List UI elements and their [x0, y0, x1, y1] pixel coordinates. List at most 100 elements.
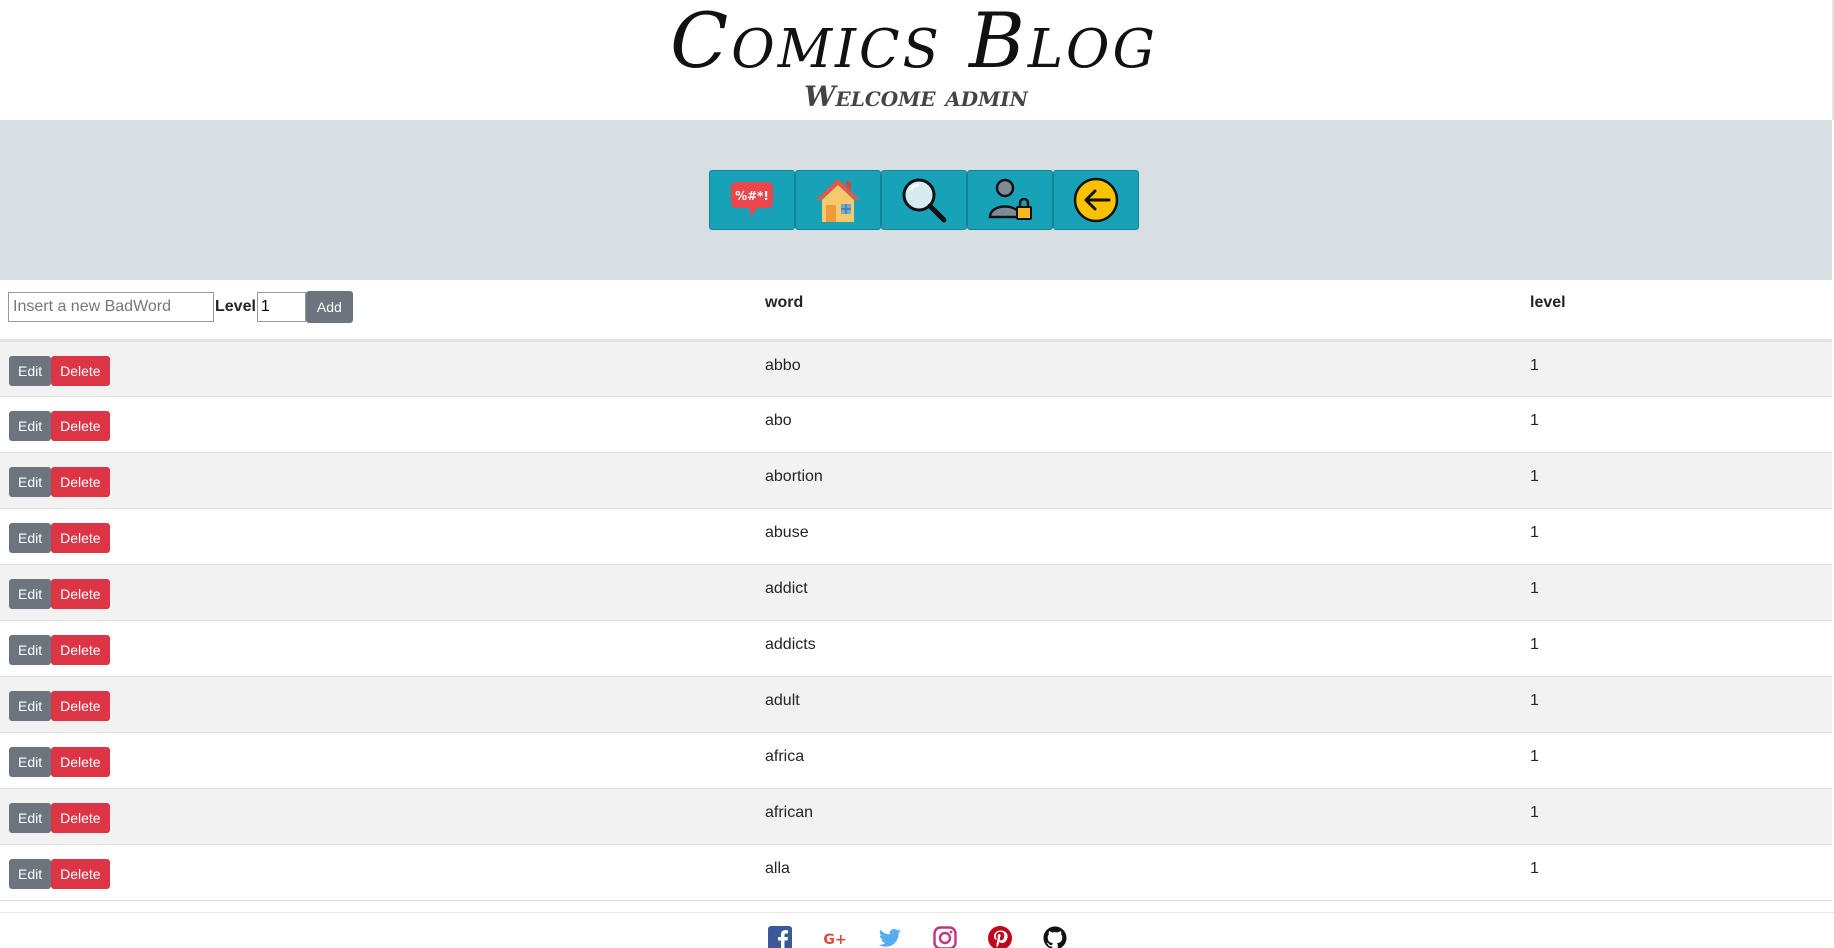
level-cell: 1	[1530, 579, 1539, 597]
svg-text:%#*!: %#*!	[735, 189, 769, 203]
edit-button[interactable]: Edit	[9, 746, 52, 777]
home-icon	[816, 179, 860, 222]
row-actions: Edit Delete	[0, 844, 765, 900]
footer: G+	[0, 912, 1834, 948]
row-actions: Edit Delete	[0, 676, 765, 732]
pinterest-link[interactable]	[984, 925, 1016, 948]
nav-logout-button[interactable]	[1053, 170, 1139, 230]
row-actions: Edit Delete	[0, 732, 765, 788]
edit-button[interactable]: Edit	[9, 690, 52, 721]
nav-badwords-button[interactable]: %#*!	[709, 170, 795, 230]
level-cell: 1	[1530, 411, 1539, 429]
logout-icon	[1073, 177, 1119, 223]
add-form-cell: Level Add	[0, 280, 765, 340]
row-actions: Edit Delete	[0, 620, 765, 676]
row-actions: Edit Delete	[0, 508, 765, 564]
twitter-link[interactable]	[874, 925, 906, 948]
word-cell: abortion	[765, 467, 823, 485]
github-icon	[1043, 926, 1066, 948]
search-icon	[902, 178, 947, 223]
delete-button[interactable]: Delete	[51, 410, 110, 441]
delete-button[interactable]: Delete	[51, 522, 110, 553]
word-cell: africa	[765, 747, 805, 765]
table-row: Edit Delete abbo 1	[0, 340, 1832, 396]
row-actions: Edit Delete	[0, 396, 765, 452]
welcome-message: Welcome admin	[804, 80, 1028, 113]
delete-button[interactable]: Delete	[51, 858, 110, 889]
edit-button[interactable]: Edit	[9, 466, 52, 497]
level-cell: 1	[1530, 859, 1539, 877]
row-actions: Edit Delete	[0, 452, 765, 508]
delete-button[interactable]: Delete	[51, 578, 110, 609]
table-row: Edit Delete addict 1	[0, 564, 1832, 620]
edit-button[interactable]: Edit	[9, 410, 52, 441]
facebook-link[interactable]	[764, 925, 796, 948]
delete-button[interactable]: Delete	[51, 355, 110, 386]
pinterest-icon	[987, 926, 1012, 948]
header: Comics Blog Welcome admin	[0, 0, 1834, 120]
page: Comics Blog Welcome admin %#*! Insert a …	[0, 0, 1834, 948]
word-cell: abbo	[765, 356, 801, 374]
edit-button[interactable]: Edit	[9, 578, 52, 609]
word-cell: african	[765, 803, 814, 821]
row-actions: Edit Delete	[0, 788, 765, 844]
delete-button[interactable]: Delete	[51, 634, 110, 665]
table-header-row: Level Add word level	[0, 280, 1832, 340]
google-plus-icon: G+	[823, 932, 846, 948]
table-row: Edit Delete abo 1	[0, 396, 1832, 452]
table-row: Edit Delete alla 1	[0, 844, 1832, 900]
facebook-icon	[767, 926, 792, 948]
instagram-link[interactable]	[929, 925, 961, 948]
column-header-word: word	[765, 294, 804, 311]
level-cell: 1	[1530, 803, 1539, 821]
table-row: Edit Delete african 1	[0, 788, 1832, 844]
word-cell: abo	[765, 411, 792, 429]
github-link[interactable]	[1039, 925, 1071, 948]
delete-button[interactable]: Delete	[51, 746, 110, 777]
word-cell: addict	[765, 579, 808, 597]
level-cell: 1	[1530, 691, 1539, 709]
level-cell: 1	[1530, 523, 1539, 541]
level-cell: 1	[1530, 635, 1539, 653]
nav-band: %#*!	[0, 120, 1832, 280]
column-header-level: level	[1530, 294, 1566, 311]
twitter-icon	[878, 929, 901, 947]
add-badword-form: Level Add	[8, 291, 765, 323]
word-cell: addicts	[765, 635, 816, 653]
new-badword-input[interactable]	[8, 292, 214, 322]
word-cell: alla	[765, 859, 790, 877]
delete-button[interactable]: Delete	[51, 466, 110, 497]
swear-speech-bubble-icon: %#*!	[731, 182, 773, 217]
word-cell: abuse	[765, 523, 809, 541]
badwords-table: Level Add word level EditDeleteabbo1Edit…	[0, 280, 1832, 901]
delete-button[interactable]: Delete	[51, 690, 110, 721]
nav-bar: %#*!	[709, 170, 1139, 230]
level-input[interactable]	[256, 292, 306, 322]
edit-button[interactable]: Edit	[9, 802, 52, 833]
row-actions: Edit Delete	[0, 564, 765, 620]
edit-button[interactable]: Edit	[9, 858, 52, 889]
edit-button[interactable]: Edit	[9, 634, 52, 665]
word-cell: adult	[765, 691, 800, 709]
nav-admin-button[interactable]	[967, 170, 1053, 230]
level-cell: 1	[1530, 747, 1539, 765]
table-row: Edit Delete africa 1	[0, 732, 1832, 788]
nav-search-button[interactable]	[881, 170, 967, 230]
level-label: Level	[215, 298, 256, 315]
user-lock-icon	[988, 178, 1032, 220]
edit-button[interactable]: Edit	[9, 355, 52, 386]
level-cell: 1	[1530, 467, 1539, 485]
level-cell: 1	[1530, 356, 1539, 374]
table-row: Edit Delete adult 1	[0, 676, 1832, 732]
instagram-icon	[932, 926, 957, 948]
table-row: Edit Delete addicts 1	[0, 620, 1832, 676]
svg-text:G+: G+	[823, 932, 846, 948]
table-row: Edit Delete abuse 1	[0, 508, 1832, 564]
add-button[interactable]: Add	[305, 291, 353, 323]
row-actions: Edit Delete	[0, 340, 765, 396]
edit-button[interactable]: Edit	[9, 522, 52, 553]
nav-home-button[interactable]	[795, 170, 881, 230]
google-plus-link[interactable]: G+	[819, 925, 851, 948]
table-row: Edit Delete abortion 1	[0, 452, 1832, 508]
delete-button[interactable]: Delete	[51, 802, 110, 833]
